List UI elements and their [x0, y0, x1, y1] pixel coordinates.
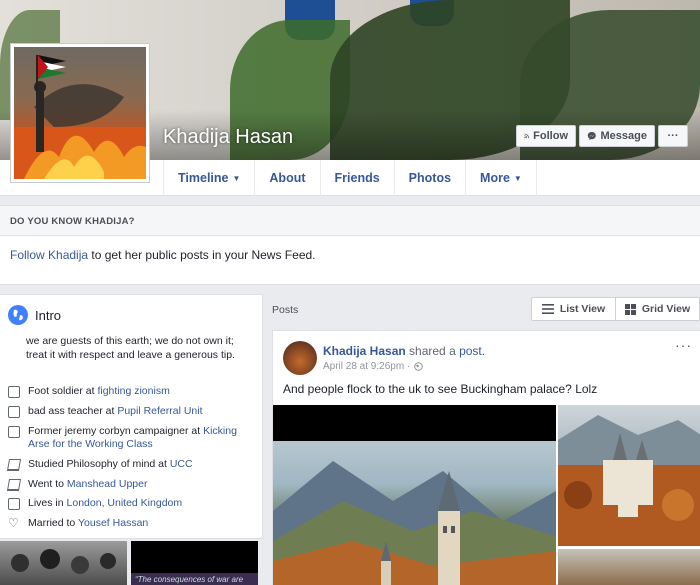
tab-label: About [269, 171, 306, 185]
item-prefix: bad ass teacher at [28, 405, 118, 417]
post-author[interactable]: Khadija Hasan [323, 344, 406, 358]
intro-item: Went to Manshead Upper [6, 478, 253, 491]
post-header: Khadija Hasan shared a post. [323, 344, 485, 358]
message-button[interactable]: Message [579, 125, 655, 147]
item-link[interactable]: UCC [170, 458, 193, 470]
item-prefix: Went to [28, 478, 67, 490]
post-text: And people flock to the uk to see Buckin… [283, 382, 598, 396]
tab-label: More [480, 171, 510, 185]
item-link[interactable]: London, United Kingdom [67, 497, 183, 509]
caret-down-icon: ▼ [513, 173, 522, 183]
item-prefix: Lives in [28, 497, 67, 509]
list-view-button[interactable]: List View [532, 298, 615, 320]
post-options-button[interactable]: ··· [675, 337, 692, 353]
intro-bio: we are guests of this earth; we do not o… [26, 335, 235, 361]
photo-thumbnails: “The consequences of war are [0, 539, 263, 585]
tab-timeline[interactable]: Timeline ▼ [163, 160, 254, 196]
caret-down-icon: ▼ [232, 173, 241, 183]
post-card: Khadija Hasan shared a post. April 28 at… [272, 330, 700, 585]
view-toggle: List View Grid View [531, 297, 700, 321]
intro-item: Studied Philosophy of mind at UCC [6, 458, 253, 471]
tab-more[interactable]: More ▼ [465, 160, 537, 196]
castle-scene [273, 441, 556, 585]
tab-label: Photos [408, 171, 452, 185]
item-prefix: Studied Philosophy of mind at [28, 458, 170, 470]
item-link[interactable]: fighting zionism [97, 385, 169, 397]
intro-item: Former jeremy corbyn campaigner at Kicki… [8, 425, 253, 451]
more-dots-icon: ··· [667, 130, 679, 142]
grid-icon [624, 303, 636, 315]
profile-name[interactable]: Khadija Hasan [163, 126, 293, 149]
profile-tabs: Timeline ▼ About Friends Photos More ▼ [163, 160, 537, 196]
thumb-caption: “The consequences of war are [131, 573, 258, 585]
education-icon [6, 479, 22, 491]
shared-post-link[interactable]: post. [459, 344, 485, 358]
list-icon [541, 304, 554, 314]
message-label: Message [600, 130, 647, 142]
tab-label: Timeline [178, 171, 229, 185]
item-prefix: Foot soldier at [28, 385, 98, 397]
avatar[interactable] [283, 341, 317, 375]
photo-thumbnail[interactable] [0, 541, 127, 585]
profile-image [14, 47, 146, 179]
home-icon [8, 498, 20, 510]
tab-friends[interactable]: Friends [319, 160, 394, 196]
intro-item: bad ass teacher at Pupil Referral Unit [8, 405, 253, 418]
follow-label: Follow [533, 130, 568, 142]
globe-icon [414, 362, 424, 371]
grid-view-button[interactable]: Grid View [615, 298, 699, 320]
grid-view-label: Grid View [641, 303, 691, 315]
intro-item: Lives in London, United Kingdom [8, 497, 253, 510]
post-meta: April 28 at 9:26pm · [323, 361, 424, 372]
posts-label: Posts [272, 304, 299, 316]
post-photo-side[interactable] [558, 549, 700, 585]
do-you-know-box: DO YOU KNOW KHADIJA? Follow Khadija to g… [0, 205, 700, 285]
education-icon [6, 459, 22, 471]
work-icon [8, 406, 20, 418]
globe-icon [8, 305, 28, 325]
messenger-icon [587, 132, 596, 140]
work-icon [8, 386, 20, 398]
photo-thumbnail[interactable]: “The consequences of war are [131, 541, 258, 585]
intro-title-label: Intro [35, 307, 62, 323]
know-heading: DO YOU KNOW KHADIJA? [0, 206, 700, 236]
heart-icon: ♡ [8, 516, 19, 530]
tab-label: Friends [334, 171, 380, 185]
post-action: shared a [405, 344, 460, 358]
intro-item: ♡ Married to Yousef Hassan [8, 517, 253, 530]
item-prefix: Married to [28, 517, 78, 529]
item-link[interactable]: Pupil Referral Unit [117, 405, 202, 417]
more-options-button[interactable]: ··· [658, 125, 688, 147]
tab-about[interactable]: About [254, 160, 319, 196]
item-link[interactable]: Manshead Upper [67, 478, 148, 490]
rss-icon [524, 133, 530, 139]
post-timestamp[interactable]: April 28 at 9:26pm · [323, 361, 410, 372]
post-photo-side[interactable] [558, 405, 700, 546]
follow-link[interactable]: Follow Khadija [10, 248, 88, 262]
list-view-label: List View [559, 303, 606, 315]
post-photo-main[interactable] [273, 405, 556, 585]
know-text: to get her public posts in your News Fee… [88, 248, 316, 262]
item-prefix: Former jeremy corbyn campaigner at [28, 425, 204, 437]
item-link[interactable]: Yousef Hassan [78, 517, 148, 529]
know-body: Follow Khadija to get her public posts i… [0, 236, 700, 274]
profile-picture[interactable] [10, 43, 150, 183]
work-icon [8, 426, 20, 438]
tab-photos[interactable]: Photos [393, 160, 465, 196]
follow-button[interactable]: Follow [516, 125, 576, 147]
intro-title: Intro [8, 305, 61, 325]
intro-item: Foot soldier at fighting zionism [8, 385, 253, 398]
